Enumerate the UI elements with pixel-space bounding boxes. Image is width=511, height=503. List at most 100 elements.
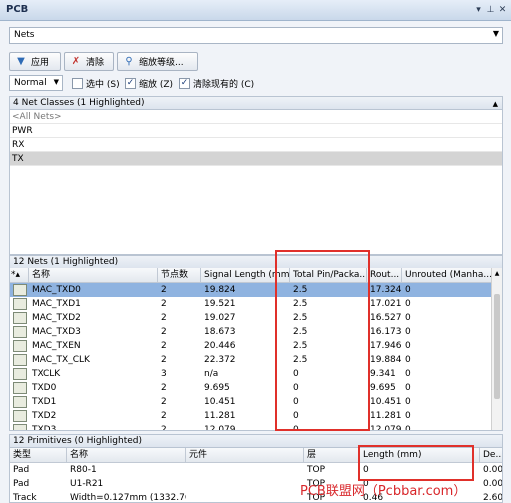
table-cell: 9.341 — [370, 369, 396, 379]
column-header-prim-name[interactable]: 名称 — [67, 448, 186, 463]
table-row[interactable]: TXD0 2 9.695 0 9.695 0 — [10, 381, 492, 395]
clear-button[interactable]: ✗ 清除 — [64, 52, 114, 71]
column-header-routed[interactable]: Rout... — [367, 268, 402, 283]
highlight-box-length — [358, 445, 474, 481]
apply-button[interactable]: ▼ 应用 — [9, 52, 61, 71]
table-cell: 2 — [161, 397, 167, 407]
table-row[interactable]: MAC_TXD3 2 18.673 2.5 16.173 0 — [10, 325, 492, 339]
column-header-unrouted[interactable]: Unrouted (Manha... — [402, 268, 492, 283]
net-color-swatch[interactable] — [13, 396, 27, 408]
table-cell: Pad — [13, 479, 30, 489]
column-header-delay[interactable]: De... — [480, 448, 502, 463]
table-row[interactable]: TXD2 2 11.281 0 11.281 0 — [10, 409, 492, 423]
watermark-text: PCB联盟网（Pcbbar.com） — [300, 484, 467, 499]
clear-existing-checkbox[interactable]: ✓ 清除现有的 (C) — [179, 76, 254, 90]
net-color-swatch[interactable] — [13, 382, 27, 394]
highlight-mode-select[interactable]: Normal ▼ — [9, 75, 63, 91]
scrollbar-thumb[interactable] — [494, 294, 500, 399]
table-cell: 0 — [405, 425, 411, 431]
panel-title-bar: PCB ▾ ⊥ ✕ — [0, 0, 511, 21]
zoom-checkbox-label: 缩放 (Z) — [139, 79, 174, 90]
nets-header: 12 Nets (1 Highlighted) — [9, 255, 503, 269]
net-color-swatch[interactable] — [13, 424, 27, 430]
table-row[interactable]: TXD3 2 12.079 0 12.079 0 — [10, 423, 492, 431]
table-row[interactable]: MAC_TXD0 2 19.824 2.5 17.324 0 — [10, 283, 492, 297]
zoom-level-button[interactable]: ⚲ 缩放等级... — [117, 52, 198, 71]
column-header-node-count[interactable]: 节点数 — [158, 268, 201, 283]
net-class-item[interactable]: PWR — [10, 124, 502, 138]
column-header-type[interactable]: 类型 — [10, 448, 67, 463]
net-color-swatch[interactable] — [13, 284, 27, 296]
table-cell: TXD2 — [32, 411, 57, 421]
table-cell: 0 — [405, 383, 411, 393]
close-icon[interactable]: ✕ — [496, 4, 509, 17]
table-cell: 3 — [161, 369, 167, 379]
net-color-swatch[interactable] — [13, 410, 27, 422]
zoom-checkbox-box[interactable]: ✓ — [125, 77, 136, 89]
table-cell: Track — [13, 493, 37, 503]
table-cell: MAC_TXD0 — [32, 285, 81, 295]
collapse-icon[interactable]: ▲ — [493, 98, 498, 110]
table-cell: 10.451 — [370, 397, 402, 407]
table-row[interactable]: TXCLK 3 n/a 0 9.341 0 — [10, 367, 492, 381]
column-header-component[interactable]: 元件 — [186, 448, 304, 463]
net-color-swatch[interactable] — [13, 298, 27, 310]
table-cell: 11.281 — [370, 411, 402, 421]
table-cell: 0 — [405, 299, 411, 309]
net-class-item[interactable]: TX — [10, 152, 502, 166]
net-color-swatch[interactable] — [13, 326, 27, 338]
zoom-checkbox[interactable]: ✓ 缩放 (Z) — [125, 76, 173, 90]
net-color-swatch[interactable] — [13, 340, 27, 352]
table-cell: 17.021 — [370, 299, 402, 309]
nets-scrollbar[interactable]: ▲ — [491, 268, 502, 430]
table-cell: 12.079 — [370, 425, 402, 431]
table-cell: TXCLK — [32, 369, 61, 379]
table-cell: MAC_TX_CLK — [32, 355, 90, 365]
table-cell: 2 — [161, 383, 167, 393]
select-checkbox-label: 选中 (S) — [86, 79, 120, 90]
net-class-item[interactable]: RX — [10, 138, 502, 152]
clear-existing-checkbox-box[interactable]: ✓ — [179, 77, 190, 89]
chevron-down-icon: ▼ — [492, 29, 499, 38]
table-cell: 0 — [405, 285, 411, 295]
table-cell: 0.000 — [483, 479, 503, 489]
sort-icon[interactable]: *▴ — [10, 268, 29, 283]
apply-label: 应用 — [31, 58, 50, 68]
table-row[interactable]: MAC_TX_CLK 2 22.372 2.5 19.884 0 — [10, 353, 492, 367]
column-header-name[interactable]: 名称 — [29, 268, 158, 283]
column-header-layer[interactable]: 层 — [304, 448, 360, 463]
select-checkbox-box[interactable] — [72, 77, 83, 89]
table-row[interactable]: TXD1 2 10.451 0 10.451 0 — [10, 395, 492, 409]
chevron-down-icon: ▼ — [53, 78, 59, 86]
net-class-item[interactable]: <All Nets> — [10, 110, 502, 124]
table-cell: 0 — [405, 369, 411, 379]
table-cell — [186, 463, 304, 477]
table-row[interactable]: MAC_TXD2 2 19.027 2.5 16.527 0 — [10, 311, 492, 325]
table-cell: TXD3 — [32, 425, 57, 431]
table-row[interactable]: MAC_TXEN 2 20.446 2.5 17.946 0 — [10, 339, 492, 353]
scroll-up-icon[interactable]: ▲ — [492, 270, 502, 277]
table-cell: 2 — [161, 299, 167, 309]
table-cell: 9.695 — [370, 383, 396, 393]
table-cell: 0 — [405, 327, 411, 337]
table-cell: 2 — [161, 425, 167, 431]
net-color-swatch[interactable] — [13, 312, 27, 324]
table-cell: MAC_TXD1 — [32, 299, 81, 309]
table-cell — [186, 477, 304, 491]
table-row[interactable]: MAC_TXD1 2 19.521 2.5 17.021 0 — [10, 297, 492, 311]
panel-mode-value: Nets — [14, 30, 35, 40]
panel-mode-select[interactable]: Nets ▼ — [9, 27, 503, 44]
table-cell: U1-R21 — [70, 479, 104, 489]
table-cell: 2 — [161, 285, 167, 295]
table-cell: 2.600 — [483, 493, 503, 503]
table-cell: 0 — [405, 411, 411, 421]
primitives-header-label: 12 Primitives (0 Highlighted) — [13, 436, 142, 446]
nets-table: *▴ 名称 节点数 Signal Length (mm) Total Pin/P… — [9, 268, 503, 431]
net-color-swatch[interactable] — [13, 368, 27, 380]
net-color-swatch[interactable] — [13, 354, 27, 366]
table-cell: R80-1 — [70, 465, 97, 475]
select-checkbox[interactable]: 选中 (S) — [72, 76, 120, 90]
filter-icon: ▼ — [17, 56, 25, 67]
table-cell: TXD1 — [32, 397, 57, 407]
nets-header-label: 12 Nets (1 Highlighted) — [13, 257, 119, 267]
